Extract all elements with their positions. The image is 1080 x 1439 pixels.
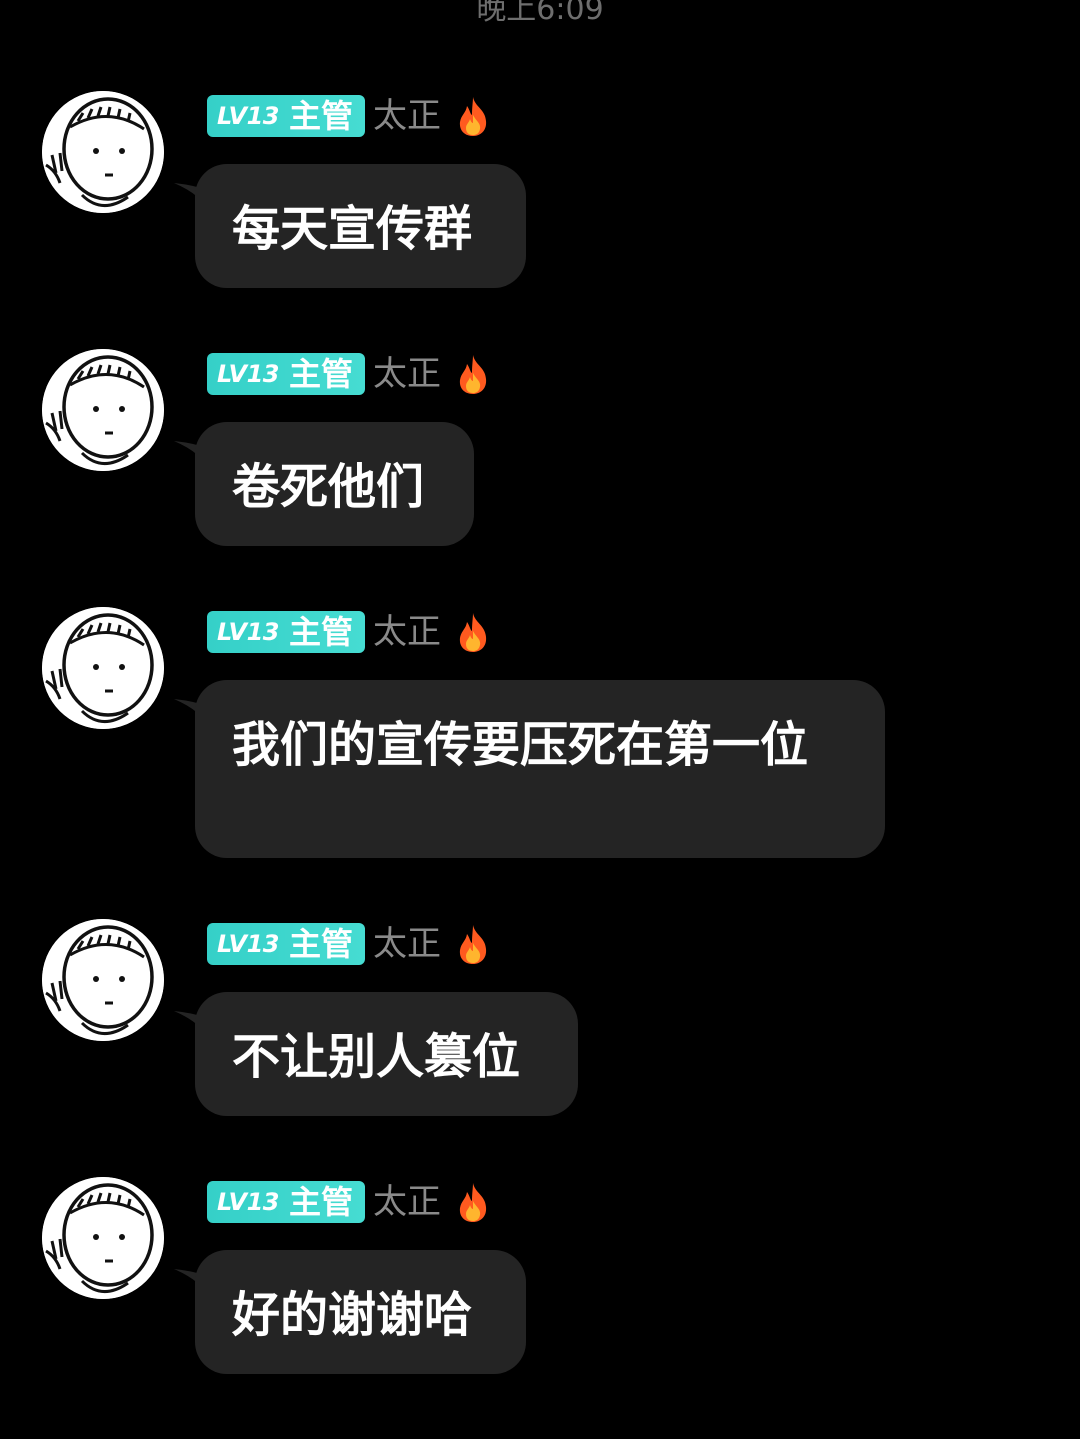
role-label: 主管 xyxy=(288,355,353,393)
level-role-badge[interactable]: LV13 主管 xyxy=(207,611,365,653)
sender-meta: LV13 主管 太正 xyxy=(207,923,491,965)
flame-icon xyxy=(459,925,487,964)
level-role-badge[interactable]: LV13 主管 xyxy=(207,95,365,137)
message-bubble[interactable]: 不让别人篡位 xyxy=(195,992,578,1116)
level-label: LV13 xyxy=(217,618,279,646)
avatar-cartoon-icon xyxy=(42,91,164,213)
message-bubble[interactable]: 卷死他们 xyxy=(195,422,474,546)
flame-icon xyxy=(459,97,487,136)
message-bubble[interactable]: 每天宣传群 xyxy=(195,164,526,288)
sender-nickname[interactable]: 太正 xyxy=(373,353,441,395)
message-text: 卷死他们 xyxy=(232,459,425,515)
level-label: LV13 xyxy=(217,1188,279,1216)
avatar[interactable] xyxy=(42,919,164,1041)
sender-meta: LV13 主管 太正 xyxy=(207,353,491,395)
message-timestamp: 晚上6:09 xyxy=(476,0,604,27)
role-label: 主管 xyxy=(288,613,353,651)
avatar-cartoon-icon xyxy=(42,1177,164,1299)
level-label: LV13 xyxy=(217,360,279,388)
sender-nickname[interactable]: 太正 xyxy=(373,923,441,965)
sender-nickname[interactable]: 太正 xyxy=(373,95,441,137)
message-text: 我们的宣传要压死在第一位 xyxy=(232,717,809,773)
message-bubble[interactable]: 我们的宣传要压死在第一位 xyxy=(195,680,885,858)
level-role-badge[interactable]: LV13 主管 xyxy=(207,353,365,395)
role-label: 主管 xyxy=(288,925,353,963)
message-text: 不让别人篡位 xyxy=(232,1029,521,1085)
message-text: 每天宣传群 xyxy=(232,201,473,257)
level-label: LV13 xyxy=(217,102,279,130)
flame-icon xyxy=(459,355,487,394)
sender-nickname[interactable]: 太正 xyxy=(373,611,441,653)
sender-meta: LV13 主管 太正 xyxy=(207,1181,491,1223)
flame-icon xyxy=(459,613,487,652)
avatar-cartoon-icon xyxy=(42,607,164,729)
flame-icon xyxy=(459,1183,487,1222)
avatar[interactable] xyxy=(42,349,164,471)
avatar-cartoon-icon xyxy=(42,349,164,471)
role-label: 主管 xyxy=(288,1183,353,1221)
level-role-badge[interactable]: LV13 主管 xyxy=(207,923,365,965)
level-role-badge[interactable]: LV13 主管 xyxy=(207,1181,365,1223)
avatar-cartoon-icon xyxy=(42,919,164,1041)
level-label: LV13 xyxy=(217,930,279,958)
sender-meta: LV13 主管 太正 xyxy=(207,95,491,137)
sender-meta: LV13 主管 太正 xyxy=(207,611,491,653)
message-bubble[interactable]: 好的谢谢哈 xyxy=(195,1250,526,1374)
role-label: 主管 xyxy=(288,97,353,135)
avatar[interactable] xyxy=(42,91,164,213)
avatar[interactable] xyxy=(42,607,164,729)
message-text: 好的谢谢哈 xyxy=(232,1287,473,1343)
sender-nickname[interactable]: 太正 xyxy=(373,1181,441,1223)
avatar[interactable] xyxy=(42,1177,164,1299)
